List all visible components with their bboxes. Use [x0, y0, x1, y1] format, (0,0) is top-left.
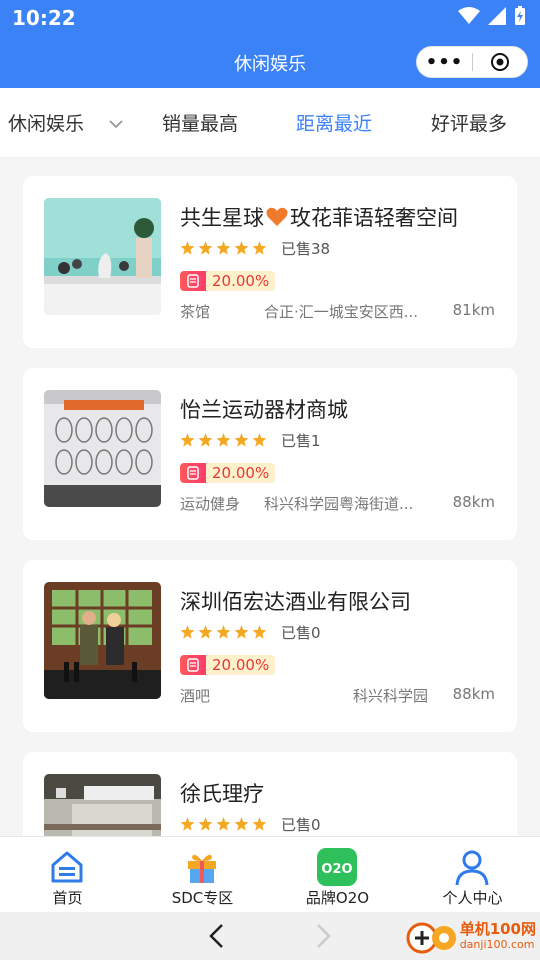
- tab-label: 首页: [52, 889, 83, 907]
- watermark-title: 单机100网: [459, 920, 536, 938]
- star-icon: [180, 241, 267, 255]
- rating-stars: [180, 817, 267, 832]
- discount-value: 20.00%: [206, 463, 276, 483]
- system-icons: [458, 6, 526, 26]
- status-bar: 10:22: [0, 0, 540, 37]
- sold-count: 已售38: [281, 240, 331, 258]
- forward-icon[interactable]: [312, 922, 334, 950]
- watermark: 单机100网 danji100.com: [406, 912, 536, 960]
- coin-icon: [180, 655, 206, 675]
- tab-home[interactable]: 首页: [0, 837, 135, 913]
- star-icon: [180, 625, 267, 639]
- back-icon[interactable]: [206, 922, 228, 950]
- store-distance: 88km: [452, 685, 495, 703]
- store-address: 合正·汇一城宝安区西...: [264, 303, 419, 321]
- store-name-part1: 共生星球: [180, 206, 264, 230]
- store-name: 共生星球 玫花菲语轻奢空间: [180, 202, 458, 232]
- sold-count: 已售0: [281, 816, 321, 834]
- mini-program-capsule: •••: [416, 46, 528, 78]
- discount-value: 20.00%: [206, 655, 276, 675]
- watermark-logo-icon: [406, 922, 456, 954]
- rating-stars: [180, 625, 267, 640]
- tab-label: 品牌O2O: [305, 889, 370, 907]
- home-icon: [47, 847, 87, 887]
- coin-icon: [180, 271, 206, 291]
- tab-o2o[interactable]: O2O 品牌O2O: [270, 837, 405, 913]
- tab-profile[interactable]: 个人中心: [405, 837, 540, 913]
- watermark-url: danji100.com: [459, 938, 535, 951]
- store-name-part2: 玫花菲语轻奢空间: [290, 206, 458, 230]
- star-icon: [180, 817, 267, 831]
- battery-icon: [515, 6, 525, 25]
- discount-badge: 20.00%: [180, 655, 276, 675]
- store-address: 科兴科学园: [353, 687, 429, 705]
- o2o-icon: O2O: [317, 847, 357, 887]
- store-card[interactable]: 怡兰运动器材商城 已售1 20.00% 运动健身 科兴科学园粤海街道... 88…: [23, 368, 517, 540]
- rating-stars: [180, 241, 267, 256]
- rating-stars: [180, 433, 267, 448]
- nav-bar: 休闲娱乐 •••: [0, 37, 540, 88]
- more-button[interactable]: •••: [417, 52, 472, 73]
- filter-distance[interactable]: 距离最近: [296, 109, 372, 136]
- heart-icon: [266, 207, 288, 226]
- discount-badge: 20.00%: [180, 463, 276, 483]
- store-name: 徐氏理疗: [180, 782, 264, 806]
- close-button[interactable]: [473, 52, 527, 72]
- clock: 10:22: [12, 6, 76, 30]
- store-distance: 81km: [452, 301, 495, 319]
- gift-icon: [182, 847, 222, 887]
- tab-sdc[interactable]: SDC专区: [135, 837, 270, 913]
- sold-count: 已售0: [281, 624, 321, 642]
- signal-icon: [488, 7, 506, 25]
- tab-label: SDC专区: [171, 889, 234, 907]
- store-thumbnail: [44, 390, 161, 507]
- tab-bar: 首页 SDC专区 O2O 品牌O2O 个人中心: [0, 836, 540, 912]
- discount-badge: 20.00%: [180, 271, 276, 291]
- store-card[interactable]: 共生星球 玫花菲语轻奢空间 已售38 20.00% 茶馆 合正·汇一城宝安区西..…: [23, 176, 517, 348]
- sold-count: 已售1: [281, 432, 321, 450]
- store-category: 酒吧: [180, 687, 211, 705]
- store-category: 茶馆: [180, 303, 211, 321]
- target-icon: [491, 53, 509, 71]
- wifi-icon: [458, 7, 480, 24]
- svg-text:O2O: O2O: [321, 862, 352, 877]
- store-card[interactable]: 深圳佰宏达酒业有限公司 已售0 20.00% 酒吧 科兴科学园 88km: [23, 560, 517, 732]
- filter-sales[interactable]: 销量最高: [162, 109, 238, 136]
- store-distance: 88km: [452, 493, 495, 511]
- store-thumbnail: [44, 198, 161, 315]
- star-icon: [180, 433, 267, 447]
- chevron-down-icon[interactable]: [108, 118, 124, 130]
- user-icon: [452, 847, 492, 887]
- filter-bar: 休闲娱乐 销量最高 距离最近 好评最多: [0, 88, 540, 158]
- filter-rating[interactable]: 好评最多: [431, 109, 507, 136]
- filter-category[interactable]: 休闲娱乐: [8, 109, 84, 136]
- store-address: 科兴科学园粤海街道...: [264, 495, 414, 513]
- tab-label: 个人中心: [442, 889, 503, 907]
- store-name: 深圳佰宏达酒业有限公司: [180, 590, 411, 614]
- store-name: 怡兰运动器材商城: [180, 398, 348, 422]
- discount-value: 20.00%: [206, 271, 276, 291]
- store-thumbnail: [44, 582, 161, 699]
- coin-icon: [180, 463, 206, 483]
- store-category: 运动健身: [180, 495, 241, 513]
